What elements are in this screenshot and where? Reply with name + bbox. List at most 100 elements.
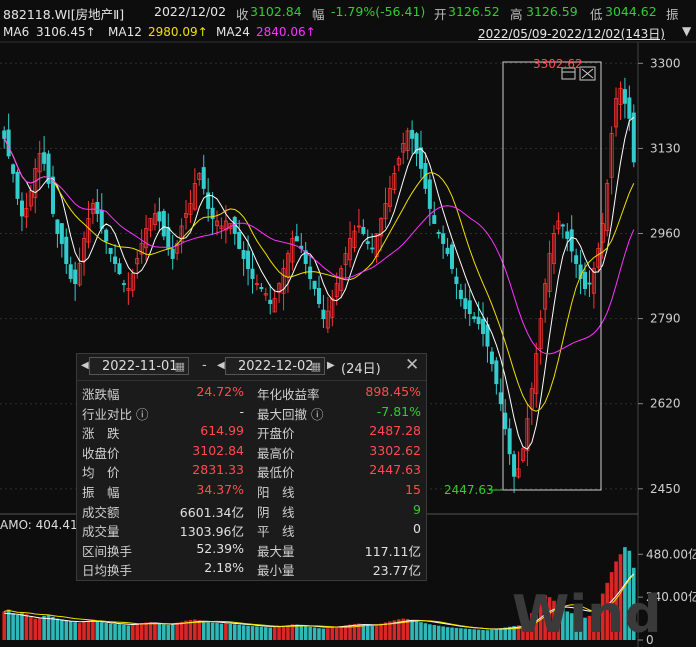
stat-label: 最高价 xyxy=(257,445,295,461)
stat-label: 开盘价 xyxy=(257,426,295,442)
volume-bar xyxy=(232,624,237,640)
candle-body xyxy=(361,226,366,234)
annotation-high: 3302.62 xyxy=(533,57,583,71)
stat-label: 最小量 xyxy=(257,563,295,579)
candle-body xyxy=(560,224,565,227)
volume-bar xyxy=(250,626,255,640)
volume-bar xyxy=(467,628,472,640)
volume-bar xyxy=(432,625,437,640)
volume-bar xyxy=(179,621,184,640)
stat-label: 区间换手 xyxy=(82,543,133,559)
volume-bar xyxy=(15,615,20,640)
candle-body xyxy=(481,318,486,335)
volume-bar xyxy=(498,628,503,640)
volume-bar xyxy=(317,628,321,640)
volume-bar xyxy=(117,624,122,640)
volume-bar xyxy=(157,623,162,640)
candle-body xyxy=(370,247,375,250)
volume-bar xyxy=(73,622,77,640)
volume-bar xyxy=(24,614,29,640)
y-tick-label: 2960 xyxy=(650,227,681,241)
candle-body xyxy=(166,227,171,249)
stat-value: 52.39% xyxy=(196,540,244,556)
volume-bar xyxy=(326,628,330,640)
stat-value: -7.81% xyxy=(376,403,421,419)
volume-bar xyxy=(113,623,117,640)
prev-arrow[interactable]: ◀ xyxy=(81,360,89,371)
volume-bar xyxy=(441,626,445,640)
candle-body xyxy=(316,288,321,304)
volume-bar xyxy=(246,625,250,640)
candle-body xyxy=(503,412,508,430)
volume-bar xyxy=(308,626,312,640)
candle-body xyxy=(432,215,437,224)
stat-label: 收盘价 xyxy=(82,445,120,461)
volume-bar xyxy=(365,625,370,640)
volume-bar xyxy=(414,621,419,640)
start-date-input[interactable]: 2022-11-01 ▦ xyxy=(89,357,189,375)
stat-value: 0 xyxy=(413,521,421,537)
volume-bar xyxy=(42,615,46,640)
end-date-input[interactable]: 2022-12-02 ▦ xyxy=(225,357,325,375)
candle-body xyxy=(113,256,118,264)
panel-date-bar: ◀ 2022-11-01 ▦ - ◀ 2022-12-02 ▦ ▶ (24日) … xyxy=(77,354,426,381)
candle-body xyxy=(170,248,175,259)
stat-label: 年化收益率 xyxy=(257,387,320,402)
stat-value: 117.11亿 xyxy=(364,543,421,559)
volume-bar xyxy=(445,627,450,640)
volume-bar xyxy=(268,627,273,640)
volume-bar xyxy=(476,629,481,640)
volume-bar xyxy=(210,622,215,640)
y-axis-ticks: 3300 3130 2960 2790 2620 2450 xyxy=(638,56,681,496)
volume-bar xyxy=(215,623,219,640)
candle-body xyxy=(55,219,60,234)
candle-body xyxy=(627,97,632,119)
candle-body xyxy=(507,428,512,455)
close-icon[interactable]: ✕ xyxy=(405,355,419,375)
stat-label: 涨跌幅 xyxy=(82,387,120,402)
stats-row: 收盘价 3102.84 最高价 3302.62 xyxy=(77,441,426,461)
y-tick-label: 3130 xyxy=(650,141,681,155)
volume-bar xyxy=(104,623,108,640)
stat-value: 3102.84 xyxy=(192,442,244,458)
candle-body xyxy=(259,286,264,289)
stat-label: 阴 线 xyxy=(257,504,295,520)
candle-body xyxy=(294,236,299,242)
next-arrow[interactable]: ▶ xyxy=(327,360,335,371)
volume-bar xyxy=(295,624,299,640)
stats-row: 成交量 1303.96亿平 线 0 xyxy=(77,519,426,539)
mid-arrow[interactable]: ◀ xyxy=(217,360,225,371)
candle-body xyxy=(64,236,69,264)
candle-body xyxy=(458,289,463,299)
stat-value: 15 xyxy=(405,482,421,497)
calendar-icon[interactable]: ▦ xyxy=(175,358,185,376)
y-tick-label: 3300 xyxy=(650,56,681,70)
volume-bar xyxy=(272,627,277,640)
volume-bar xyxy=(144,622,148,640)
stat-label: 阳 线 xyxy=(257,485,295,500)
y-tick-label: 2790 xyxy=(650,312,681,326)
candle-body xyxy=(569,229,574,252)
candle-body xyxy=(454,276,459,284)
calendar-icon[interactable]: ▦ xyxy=(311,358,321,376)
volume-bar xyxy=(37,617,42,640)
volume-bar xyxy=(162,624,166,640)
volume-bar xyxy=(55,618,60,640)
volume-bar xyxy=(481,630,485,640)
volume-bar xyxy=(64,620,69,640)
volume-bar xyxy=(312,627,317,640)
candle-body xyxy=(19,200,24,217)
volume-bar xyxy=(485,630,490,640)
candle-body xyxy=(418,147,423,169)
candle-body xyxy=(246,250,251,269)
volume-bar xyxy=(77,623,82,640)
volume-bar xyxy=(463,628,468,640)
candle-body xyxy=(108,247,113,254)
stat-label: 平 线 xyxy=(257,524,295,540)
candle-body xyxy=(250,268,255,279)
candle-body xyxy=(157,211,162,222)
volume-bar xyxy=(2,611,7,640)
candle-body xyxy=(15,171,20,199)
volume-label: AMO: 404.41 xyxy=(0,518,78,532)
volume-bar xyxy=(126,625,131,640)
